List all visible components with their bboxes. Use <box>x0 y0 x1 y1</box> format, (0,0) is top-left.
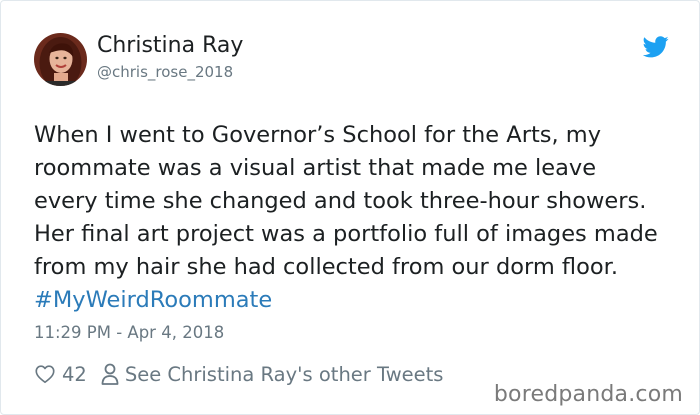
tweet-card: Christina Ray @chris_rose_2018 When I we… <box>0 0 700 415</box>
avatar-image <box>34 33 87 86</box>
twitter-bird-icon[interactable] <box>643 36 669 58</box>
avatar[interactable] <box>34 33 87 86</box>
tweet-timestamp[interactable]: 11:29 PM - Apr 4, 2018 <box>34 323 224 342</box>
like-button[interactable]: 42 <box>34 363 101 386</box>
tweet-text: When I went to Governor’s School for the… <box>34 119 664 317</box>
like-count: 42 <box>62 362 87 386</box>
author-display-name[interactable]: Christina Ray <box>97 33 243 58</box>
tweet-actions: 42 See Christina Ray's other Tweets <box>34 359 443 389</box>
tweet-body: When I went to Governor’s School for the… <box>34 122 658 280</box>
boredpanda-watermark: boredpanda.com <box>493 382 683 407</box>
hashtag-link[interactable]: #MyWeirdRoommate <box>34 287 272 313</box>
heart-icon <box>35 365 55 384</box>
other-tweets-label: See Christina Ray's other Tweets <box>124 362 444 386</box>
person-icon <box>101 363 119 385</box>
other-tweets-link[interactable]: See Christina Ray's other Tweets <box>101 362 444 386</box>
author-handle[interactable]: @chris_rose_2018 <box>97 63 233 81</box>
